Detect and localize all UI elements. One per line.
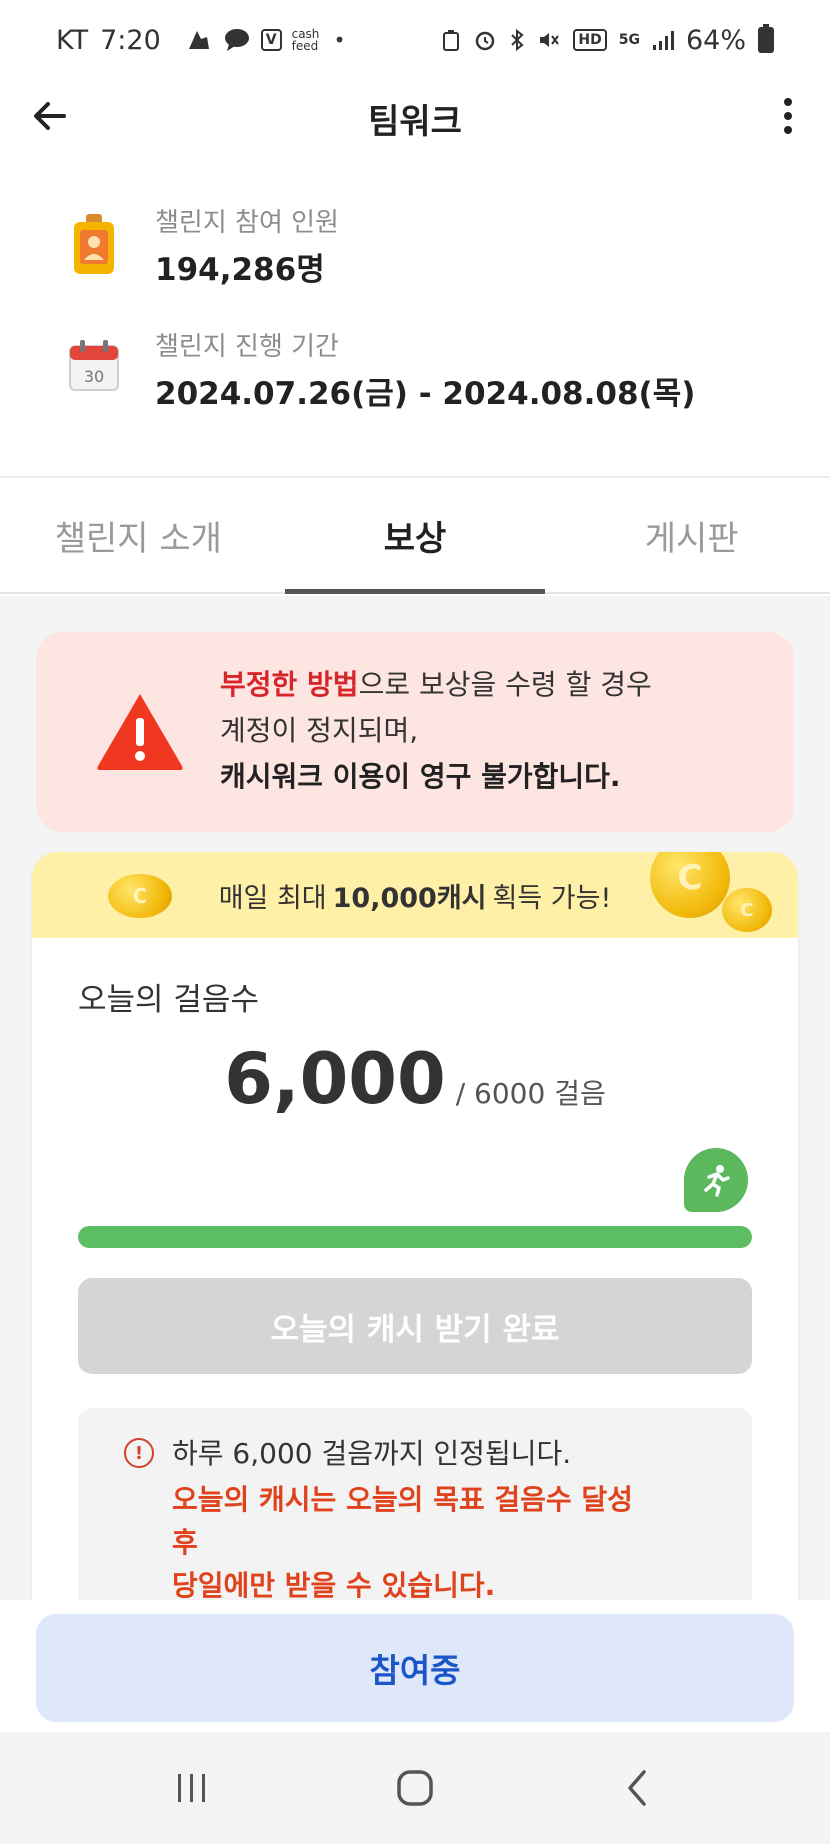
daily-reward-card: 매일 최대 10,000캐시 획득 가능! 오늘의 걸음수 6,000 / 600… <box>32 852 798 1600</box>
steps-section: 오늘의 걸음수 6,000 / 6000 걸음 오늘의 캐시 받기 완료 ! 하루… <box>32 938 798 1600</box>
steps-progress-bar <box>78 1226 752 1248</box>
home-icon <box>397 1770 433 1806</box>
recycle-icon <box>441 28 461 52</box>
tab-challenge-intro[interactable]: 챌린지 소개 <box>0 478 277 592</box>
more-vert-icon <box>784 98 792 106</box>
warning-highlight: 부정한 방법 <box>220 668 359 701</box>
notice-red-text: 오늘의 캐시는 오늘의 목표 걸음수 달성 후 당일에만 받을 수 있습니다. <box>172 1478 692 1600</box>
page-title: 팀워크 <box>368 102 462 142</box>
battery-icon <box>758 24 774 53</box>
coin-icon <box>108 874 172 918</box>
participants-row: 챌린지 참여 인원 194,286명 <box>0 200 830 300</box>
dot-icon: • <box>333 28 346 52</box>
cashwalk-icon <box>185 27 213 53</box>
steps-count: 6,000 / 6000 걸음 <box>32 1038 798 1120</box>
cash-feed-label: cash feed <box>291 27 320 53</box>
steps-title: 오늘의 걸음수 <box>78 982 259 1018</box>
info-circle-icon: ! <box>124 1438 154 1468</box>
steps-value: 6,000 <box>224 1038 446 1120</box>
nav-back-button[interactable] <box>608 1758 668 1818</box>
notice-line1: 하루 6,000 걸음까지 인정됩니다. <box>172 1437 572 1470</box>
warning-text: 부정한 방법으로 보상을 수령 할 경우 계정이 정지되며, 캐시워크 이용이 … <box>220 662 652 800</box>
claim-cash-button[interactable]: 오늘의 캐시 받기 완료 <box>78 1278 752 1374</box>
tab-board[interactable]: 게시판 <box>553 478 830 592</box>
status-left: KT 7:20 V cash feed • <box>56 25 345 56</box>
tab-bar: 챌린지 소개 보상 게시판 <box>0 478 830 594</box>
period-row: 30 챌린지 진행 기간 2024.07.26(금) - 2024.08.08(… <box>0 324 830 424</box>
banner-bold: 10,000캐시 <box>332 882 487 914</box>
period-label: 챌린지 진행 기간 <box>155 332 339 362</box>
notification-icons: V cash feed • <box>185 27 346 53</box>
runner-icon <box>684 1148 748 1212</box>
tab-reward[interactable]: 보상 <box>277 478 554 594</box>
cashfeed-icon: V <box>260 29 282 51</box>
participants-label: 챌린지 참여 인원 <box>155 208 339 238</box>
steps-progress-fill <box>78 1226 752 1248</box>
coin-icon-small <box>722 888 772 932</box>
participants-value: 194,286명 <box>155 252 325 288</box>
app-bar: 팀워크 <box>0 80 830 152</box>
coin-icon-large <box>650 852 730 918</box>
bluetooth-icon <box>509 28 525 52</box>
calendar-day: 30 <box>84 367 104 386</box>
chat-bubble-icon <box>223 28 251 52</box>
warning-line3: 캐시워크 이용이 영구 불가합니다. <box>220 760 621 793</box>
alarm-icon <box>473 28 497 52</box>
status-bar: KT 7:20 V cash feed • HD 5G 64% <box>0 0 830 80</box>
system-nav-bar <box>0 1732 830 1844</box>
join-bar: 참여중 <box>0 1600 830 1732</box>
notice-box: ! 하루 6,000 걸음까지 인정됩니다. 오늘의 캐시는 오늘의 목표 걸음… <box>78 1408 752 1600</box>
participating-button[interactable]: 참여중 <box>36 1614 794 1722</box>
notice-red-line3: 당일에만 받을 수 있습니다. <box>172 1569 496 1600</box>
badge-icon <box>66 214 122 274</box>
battery-percent: 64% <box>685 24 746 56</box>
status-right: HD 5G 64% <box>441 24 774 56</box>
reward-banner: 매일 최대 10,000캐시 획득 가능! <box>32 852 798 938</box>
network-5g-icon: 5G <box>618 32 640 48</box>
warning-triangle-icon <box>94 690 186 772</box>
nav-back-icon <box>628 1770 647 1806</box>
banner-suffix: 획득 가능! <box>492 882 612 914</box>
hd-icon: HD <box>573 29 607 51</box>
notice-red-line1: 오늘의 캐시는 오늘의 목표 걸음수 달성 <box>172 1483 633 1516</box>
steps-goal: / 6000 걸음 <box>455 1077 606 1110</box>
calendar-icon: 30 <box>66 338 122 394</box>
carrier-label: KT <box>56 24 89 56</box>
signal-icon <box>652 29 674 51</box>
recent-apps-icon <box>177 1774 205 1802</box>
home-button[interactable] <box>385 1758 445 1818</box>
fraud-warning-box: 부정한 방법으로 보상을 수령 할 경우 계정이 정지되며, 캐시워크 이용이 … <box>36 632 794 832</box>
reward-content[interactable]: 부정한 방법으로 보상을 수령 할 경우 계정이 정지되며, 캐시워크 이용이 … <box>0 596 830 1600</box>
recent-apps-button[interactable] <box>162 1758 222 1818</box>
clock: 7:20 <box>100 24 161 56</box>
notice-red-line2: 후 <box>172 1526 198 1559</box>
warning-line2: 계정이 정지되며, <box>220 714 419 747</box>
banner-prefix: 매일 최대 <box>218 882 327 914</box>
period-value: 2024.07.26(금) - 2024.08.08(목) <box>155 376 696 412</box>
mute-icon <box>537 28 561 52</box>
more-options-button[interactable] <box>768 90 808 142</box>
warning-line1: 으로 보상을 수령 할 경우 <box>358 668 652 701</box>
